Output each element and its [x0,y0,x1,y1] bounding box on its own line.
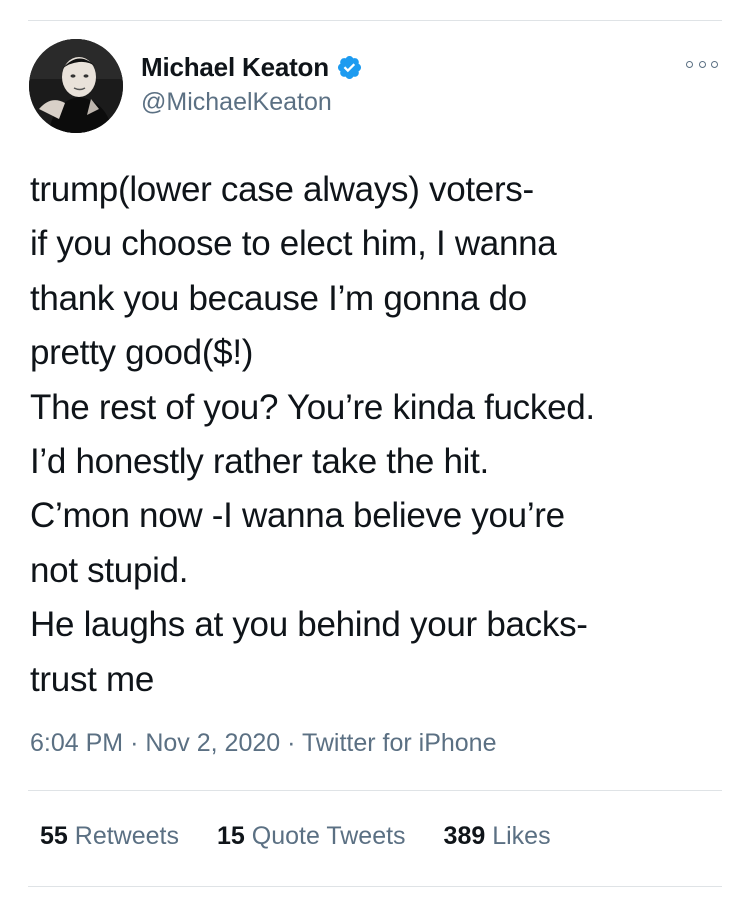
quote-tweets-stat[interactable]: 15 Quote Tweets [217,822,406,851]
profile-photo-icon [29,39,123,133]
tweet-text: trump(lower case always) voters- if you … [30,170,595,699]
quote-tweets-count: 15 [216,822,245,850]
top-divider [28,20,722,21]
verified-badge-icon [336,54,363,81]
likes-label: Likes [492,822,551,850]
retweets-stat[interactable]: 55 Retweets [40,822,179,851]
display-name[interactable]: Michael Keaton [141,52,329,83]
author-name-row[interactable]: Michael Keaton [141,50,363,84]
engagement-stats: 55 Retweets 15 Quote Tweets 389 Likes [40,822,589,851]
stats-top-divider [28,790,722,791]
author-handle[interactable]: @MichaelKeaton [141,88,332,117]
quote-tweets-label: Quote Tweets [251,822,406,850]
stats-bottom-divider [28,886,722,887]
retweets-label: Retweets [74,822,179,850]
more-dot [698,60,706,68]
likes-stat[interactable]: 389 Likes [444,822,551,851]
avatar[interactable] [29,39,123,133]
retweets-count: 55 [40,822,68,850]
meta-separator: · [130,729,139,757]
more-options-icon[interactable] [686,56,718,72]
tweet-meta: 6:04 PM · Nov 2, 2020 · Twitter for iPho… [30,729,496,758]
more-dot [686,60,693,68]
likes-count: 389 [443,822,486,850]
tweet-source[interactable]: Twitter for iPhone [302,729,497,757]
meta-separator: · [287,729,296,757]
more-dot [711,60,718,68]
tweet-date[interactable]: Nov 2, 2020 [145,729,280,757]
tweet-time[interactable]: 6:04 PM [30,729,123,757]
